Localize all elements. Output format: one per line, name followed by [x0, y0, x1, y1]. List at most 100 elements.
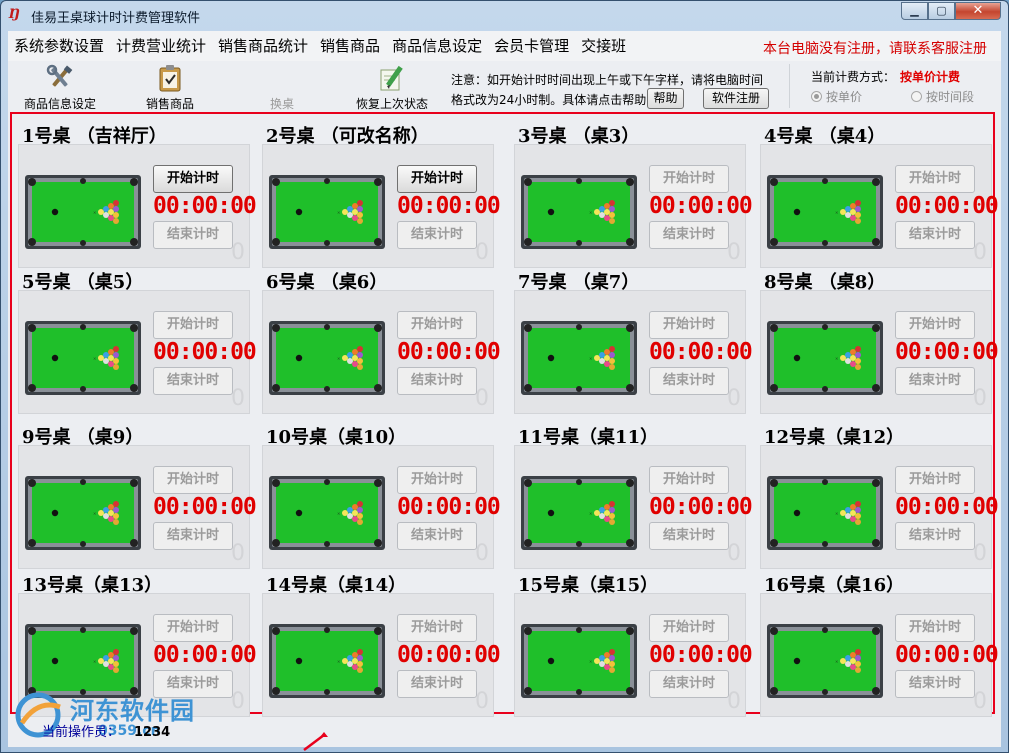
menu-goods-settings[interactable]: 商品信息设定	[386, 31, 488, 61]
menu-system-settings[interactable]: 系统参数设置	[8, 31, 110, 61]
tool-change-table[interactable]: 换桌	[234, 64, 330, 111]
svg-text:✕: ✕	[589, 659, 592, 664]
registration-warning[interactable]: 本台电脑没有注册，请联系客服注册	[763, 38, 987, 58]
maximize-button[interactable]: ▢	[928, 2, 955, 20]
start-timer-button[interactable]: 开始计时	[153, 614, 233, 642]
svg-text:✕: ✕	[93, 210, 96, 215]
pool-table-icon: ✕	[269, 321, 385, 395]
radio-unit-price[interactable]: 按单价	[811, 88, 862, 105]
table-card: ✕ 开始计时 00:00:00 结束计时 0 3号桌 （桌3）	[510, 122, 753, 272]
radio-time-period-label: 按时间段	[926, 90, 975, 104]
table-card: ✕ 开始计时 00:00:00 结束计时 0 12号桌（桌12）	[756, 423, 999, 573]
tool-sell-goods[interactable]: 销售商品	[122, 64, 218, 111]
end-timer-button[interactable]: 结束计时	[397, 367, 477, 395]
end-timer-button[interactable]: 结束计时	[895, 221, 975, 249]
start-timer-button[interactable]: 开始计时	[895, 466, 975, 494]
pool-table-icon: ✕	[521, 624, 637, 698]
table-counter: 0	[231, 689, 245, 714]
elapsed-time: 00:00:00	[397, 494, 501, 520]
svg-text:✕: ✕	[589, 356, 592, 361]
table-name: 13号桌（桌13）	[22, 575, 163, 596]
start-timer-button[interactable]: 开始计时	[895, 311, 975, 339]
menu-sales-stats[interactable]: 销售商品统计	[212, 31, 314, 61]
menu-shift-handover[interactable]: 交接班	[575, 31, 632, 61]
end-timer-button[interactable]: 结束计时	[649, 670, 729, 698]
elapsed-time: 00:00:00	[895, 642, 999, 668]
start-timer-button[interactable]: 开始计时	[895, 614, 975, 642]
elapsed-time: 00:00:00	[649, 193, 753, 219]
end-timer-button[interactable]: 结束计时	[895, 367, 975, 395]
end-timer-button[interactable]: 结束计时	[153, 221, 233, 249]
start-timer-button[interactable]: 开始计时	[895, 165, 975, 193]
menu-member-cards[interactable]: 会员卡管理	[488, 31, 575, 61]
table-panel: ✕ 开始计时 00:00:00 结束计时 0	[760, 445, 999, 569]
minimize-button[interactable]: ▁	[901, 2, 928, 20]
help-button[interactable]: 帮助	[647, 88, 684, 109]
start-timer-button[interactable]: 开始计时	[153, 311, 233, 339]
table-panel: ✕ 开始计时 00:00:00 结束计时 0	[262, 593, 501, 717]
elapsed-time: 00:00:00	[153, 494, 257, 520]
start-timer-button[interactable]: 开始计时	[649, 311, 729, 339]
start-timer-button[interactable]: 开始计时	[153, 165, 233, 193]
start-timer-button[interactable]: 开始计时	[649, 614, 729, 642]
table-card: ✕ 开始计时 00:00:00 结束计时 0 7号桌 （桌7）	[510, 268, 753, 418]
start-timer-button[interactable]: 开始计时	[397, 466, 477, 494]
end-timer-button[interactable]: 结束计时	[397, 221, 477, 249]
tool-restore-state[interactable]: 恢复上次状态	[344, 64, 440, 111]
elapsed-time: 00:00:00	[397, 339, 501, 365]
table-panel: ✕ 开始计时 00:00:00 结束计时 0	[262, 144, 501, 268]
menu-billing-stats[interactable]: 计费营业统计	[110, 31, 212, 61]
table-name: 11号桌（桌11）	[518, 427, 659, 448]
start-timer-button[interactable]: 开始计时	[649, 466, 729, 494]
end-timer-button[interactable]: 结束计时	[397, 522, 477, 550]
radio-time-period[interactable]: 按时间段	[911, 88, 974, 105]
red-arrow-icon	[303, 732, 328, 751]
table-card: ✕ 开始计时 00:00:00 结束计时 0 11号桌（桌11）	[510, 423, 753, 573]
end-timer-button[interactable]: 结束计时	[649, 221, 729, 249]
menu-sell-goods[interactable]: 销售商品	[314, 31, 386, 61]
elapsed-time: 00:00:00	[153, 642, 257, 668]
table-counter: 0	[475, 689, 489, 714]
table-card: ✕ 开始计时 00:00:00 结束计时 0 6号桌 （桌6）	[258, 268, 501, 418]
operator-value: 1234	[134, 725, 171, 740]
end-timer-button[interactable]: 结束计时	[397, 670, 477, 698]
register-button[interactable]: 软件注册	[703, 88, 769, 109]
table-counter: 0	[727, 240, 741, 265]
table-panel: ✕ 开始计时 00:00:00 结束计时 0	[760, 290, 999, 414]
table-name: 8号桌 （桌8）	[764, 272, 886, 293]
table-name: 7号桌 （桌7）	[518, 272, 640, 293]
start-timer-button[interactable]: 开始计时	[397, 614, 477, 642]
svg-text:✕: ✕	[93, 659, 96, 664]
end-timer-button[interactable]: 结束计时	[895, 670, 975, 698]
end-timer-button[interactable]: 结束计时	[649, 367, 729, 395]
pool-table-icon: ✕	[25, 624, 141, 698]
table-name: 3号桌 （桌3）	[518, 126, 640, 147]
status-bar: 当前操作员： 1234	[42, 721, 170, 740]
pencil-paper-icon	[377, 64, 407, 92]
end-timer-button[interactable]: 结束计时	[153, 522, 233, 550]
close-button[interactable]: ✕	[955, 2, 1001, 20]
start-timer-button[interactable]: 开始计时	[649, 165, 729, 193]
end-timer-button[interactable]: 结束计时	[895, 522, 975, 550]
tools-icon	[45, 64, 75, 92]
start-timer-button[interactable]: 开始计时	[397, 311, 477, 339]
table-card: ✕ 开始计时 00:00:00 结束计时 0 14号桌（桌14）	[258, 571, 501, 721]
start-timer-button[interactable]: 开始计时	[153, 466, 233, 494]
end-timer-button[interactable]: 结束计时	[153, 367, 233, 395]
svg-text:✕: ✕	[835, 210, 838, 215]
table-panel: ✕ 开始计时 00:00:00 结束计时 0	[760, 593, 999, 717]
table-name: 4号桌 （桌4）	[764, 126, 886, 147]
start-timer-button[interactable]: 开始计时	[397, 165, 477, 193]
tool-goods-settings[interactable]: 商品信息设定	[12, 64, 108, 111]
table-name: 1号桌 （吉祥厅）	[22, 126, 167, 147]
end-timer-button[interactable]: 结束计时	[649, 522, 729, 550]
svg-text:✕: ✕	[337, 356, 340, 361]
table-counter: 0	[231, 386, 245, 411]
table-counter: 0	[727, 386, 741, 411]
pool-table-icon: ✕	[521, 321, 637, 395]
title-bar[interactable]: Ŋ 佳易王桌球计时计费管理软件 ▁ ▢ ✕	[1, 1, 1008, 29]
table-panel: ✕ 开始计时 00:00:00 结束计时 0	[514, 290, 753, 414]
radio-dot	[911, 91, 922, 102]
table-name: 9号桌 （桌9）	[22, 427, 144, 448]
elapsed-time: 00:00:00	[649, 494, 753, 520]
